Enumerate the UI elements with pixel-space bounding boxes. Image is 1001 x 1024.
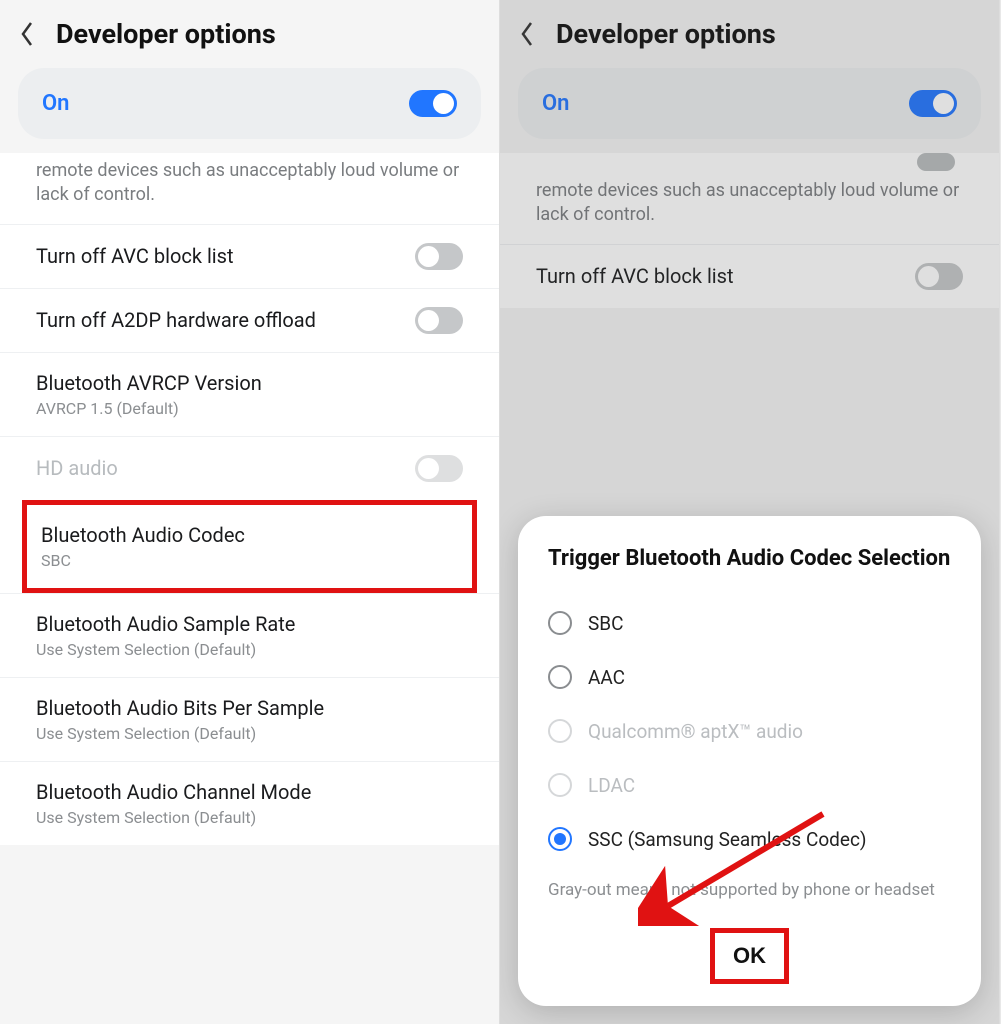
setting-avc-block-list[interactable]: Turn off AVC block list xyxy=(500,244,999,308)
radio-icon xyxy=(548,773,572,797)
setting-title: Bluetooth Audio Sample Rate xyxy=(36,612,295,636)
codec-option-ldac: LDAC xyxy=(548,758,951,812)
setting-switch[interactable] xyxy=(915,263,963,290)
codec-option-aac[interactable]: AAC xyxy=(548,650,951,704)
radio-label: SSC (Samsung Seamless Codec) xyxy=(588,828,867,851)
section-description-truncated: remote devices such as unacceptably loud… xyxy=(0,153,499,224)
setting-a2dp-offload[interactable]: Turn off A2DP hardware offload xyxy=(0,288,499,352)
header: Developer options xyxy=(500,0,999,68)
setting-title: Bluetooth Audio Channel Mode xyxy=(36,780,311,804)
section-description-truncated: remote devices such as unacceptably loud… xyxy=(500,173,999,244)
setting-title: Turn off AVC block list xyxy=(536,264,734,288)
setting-sample-rate[interactable]: Bluetooth Audio Sample Rate Use System S… xyxy=(0,593,499,677)
setting-sub: Use System Selection (Default) xyxy=(36,808,311,827)
setting-title: HD audio xyxy=(36,456,118,480)
setting-channel-mode[interactable]: Bluetooth Audio Channel Mode Use System … xyxy=(0,761,499,845)
screenshot-left: Developer options On remote devices such… xyxy=(0,0,500,1024)
master-toggle-switch[interactable] xyxy=(409,90,457,117)
setting-sub: Use System Selection (Default) xyxy=(36,640,295,659)
radio-label: Qualcomm® aptX™ audio xyxy=(588,720,803,743)
radio-label: AAC xyxy=(588,666,625,689)
setting-sub: AVRCP 1.5 (Default) xyxy=(36,399,262,418)
dialog-actions: OK xyxy=(548,928,951,984)
radio-icon xyxy=(548,665,572,689)
setting-sub: SBC xyxy=(41,551,245,570)
setting-switch[interactable] xyxy=(415,307,463,334)
setting-hd-audio: HD audio xyxy=(0,436,499,500)
setting-title: Bluetooth Audio Codec xyxy=(41,523,245,547)
codec-selection-dialog: Trigger Bluetooth Audio Codec Selection … xyxy=(518,516,981,1006)
page-title: Developer options xyxy=(56,18,276,50)
radio-icon xyxy=(548,827,572,851)
partial-switch-icon xyxy=(917,153,955,171)
setting-bluetooth-audio-codec[interactable]: Bluetooth Audio Codec SBC xyxy=(22,500,477,593)
radio-icon xyxy=(548,719,572,743)
setting-sub: Use System Selection (Default) xyxy=(36,724,324,743)
header: Developer options xyxy=(0,0,499,68)
setting-bits-per-sample[interactable]: Bluetooth Audio Bits Per Sample Use Syst… xyxy=(0,677,499,761)
radio-icon xyxy=(548,611,572,635)
codec-option-ssc[interactable]: SSC (Samsung Seamless Codec) xyxy=(548,812,951,866)
screenshot-right: Developer options On remote devices such… xyxy=(500,0,1000,1024)
settings-list: Turn off AVC block list xyxy=(500,244,999,308)
annotation-highlight: OK xyxy=(710,928,789,984)
setting-avc-block-list[interactable]: Turn off AVC block list xyxy=(0,224,499,288)
setting-avrcp-version[interactable]: Bluetooth AVRCP Version AVRCP 1.5 (Defau… xyxy=(0,352,499,436)
master-toggle-switch[interactable] xyxy=(909,90,957,117)
ok-button[interactable]: OK xyxy=(733,943,766,969)
master-toggle-row[interactable]: On xyxy=(18,68,481,139)
dialog-title: Trigger Bluetooth Audio Codec Selection xyxy=(548,544,951,574)
codec-option-aptx: Qualcomm® aptX™ audio xyxy=(548,704,951,758)
radio-label: SBC xyxy=(588,612,624,635)
settings-list: Turn off AVC block list Turn off A2DP ha… xyxy=(0,224,499,845)
setting-title: Turn off A2DP hardware offload xyxy=(36,308,316,332)
setting-switch xyxy=(415,455,463,482)
codec-option-sbc[interactable]: SBC xyxy=(548,596,951,650)
setting-title: Turn off AVC block list xyxy=(36,244,234,268)
master-toggle-row[interactable]: On xyxy=(518,68,981,139)
back-icon[interactable] xyxy=(16,23,38,45)
setting-title: Bluetooth Audio Bits Per Sample xyxy=(36,696,324,720)
back-icon[interactable] xyxy=(516,23,538,45)
radio-label: LDAC xyxy=(588,774,635,797)
setting-title: Bluetooth AVRCP Version xyxy=(36,371,262,395)
master-toggle-label: On xyxy=(542,91,569,116)
dialog-note: Gray-out means not supported by phone or… xyxy=(548,880,951,900)
master-toggle-label: On xyxy=(42,91,69,116)
setting-switch[interactable] xyxy=(415,243,463,270)
page-title: Developer options xyxy=(556,18,776,50)
